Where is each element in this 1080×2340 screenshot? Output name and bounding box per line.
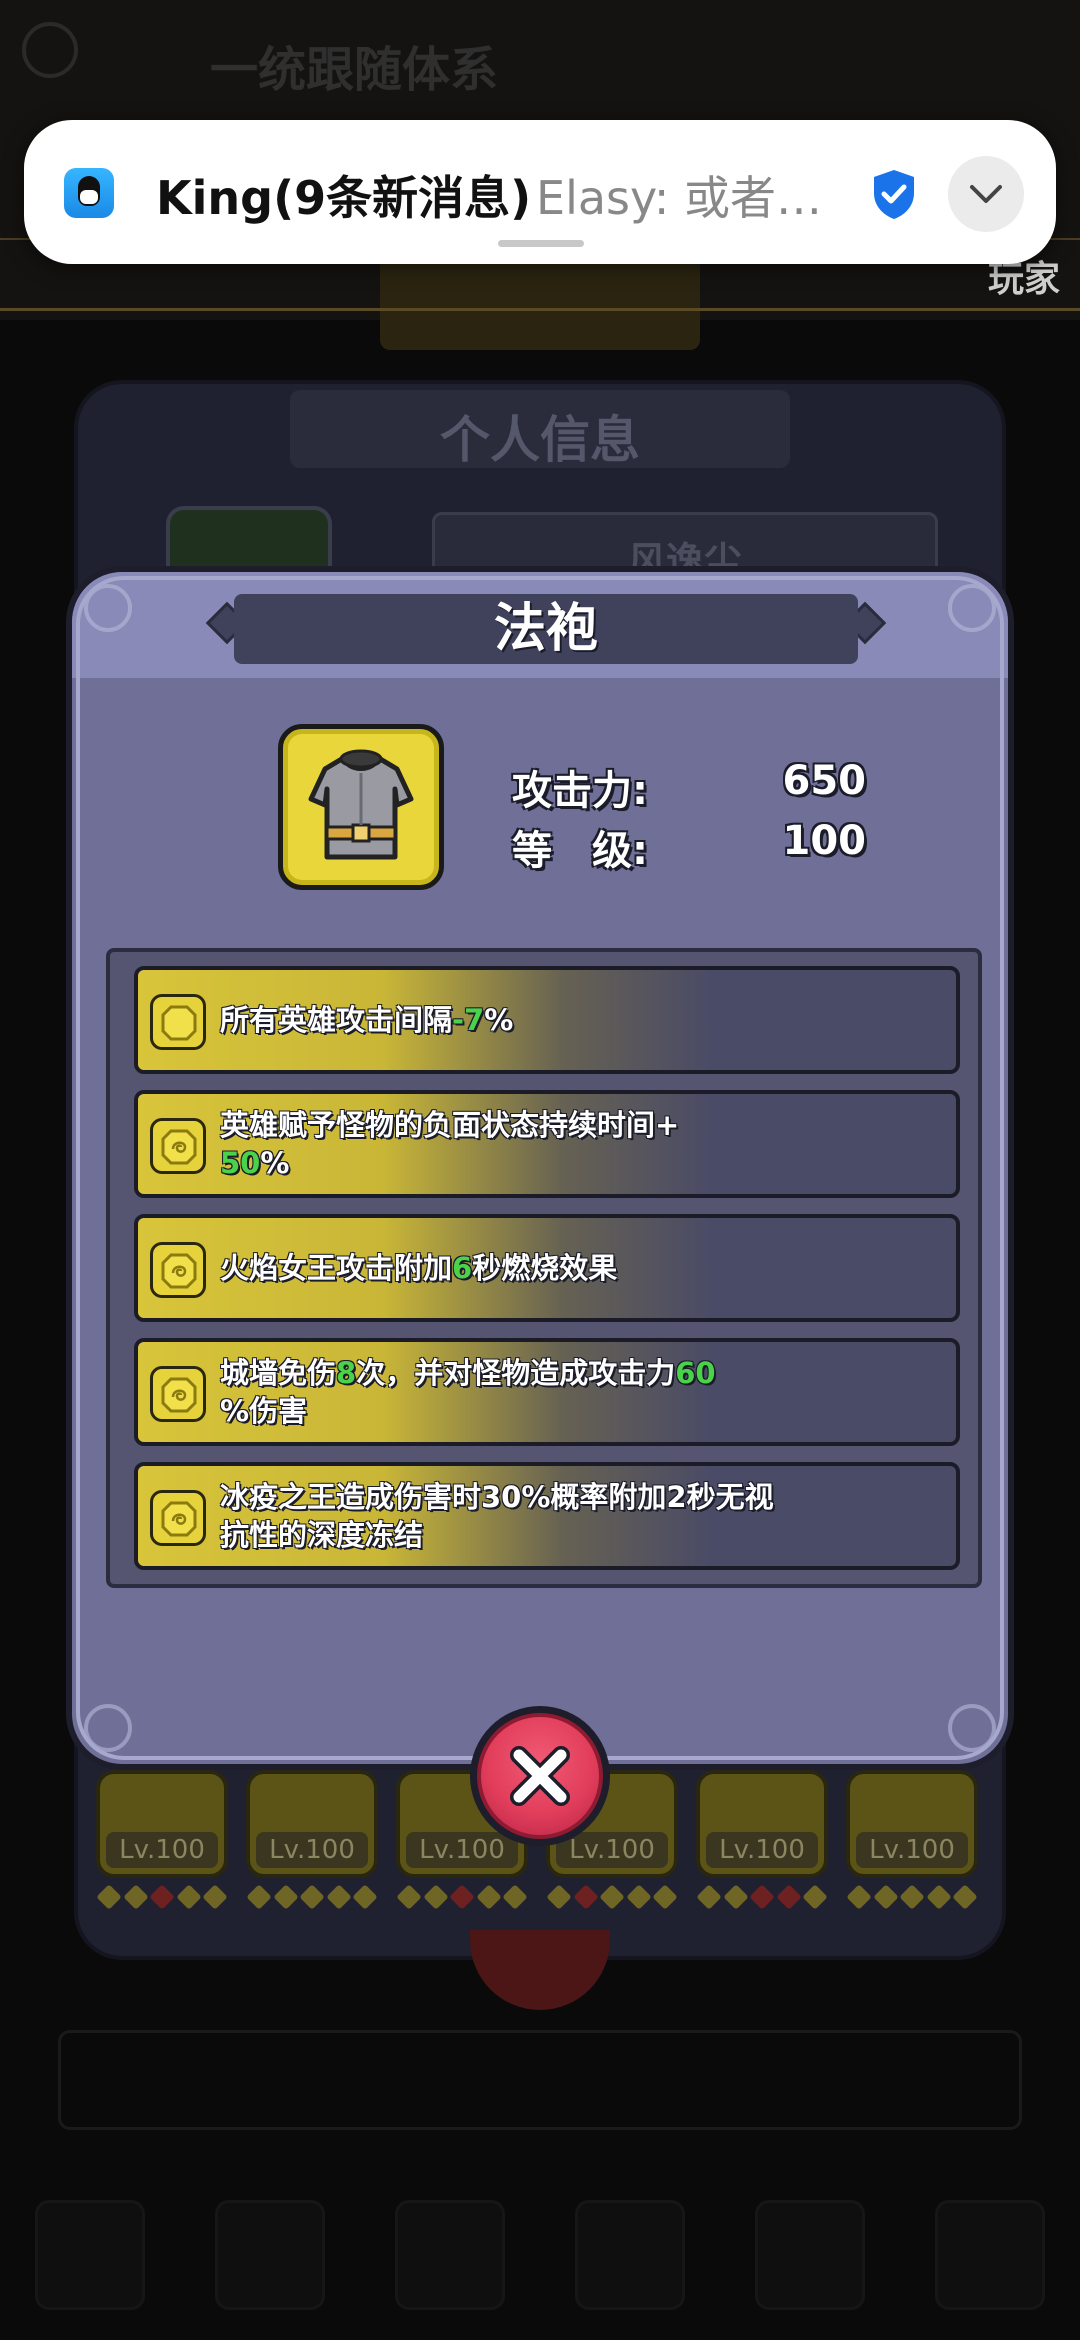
game-screen: 一统跟随体系 玩家 个人信息 风逸尘 Lv.100 Lv.100 Lv.100 … (0, 0, 1080, 2340)
equipment-level: Lv.100 (406, 1832, 518, 1868)
star-dot (925, 1884, 952, 1910)
divider (0, 308, 1080, 311)
star-rating (246, 1884, 378, 1910)
star-rating (96, 1884, 228, 1910)
equipment-slot-boots[interactable]: Lv.100 (846, 1770, 978, 1878)
notification-preview: Elasy: 或者… (536, 171, 822, 225)
star-dot (952, 1884, 978, 1910)
rune-badge-icon (150, 994, 206, 1050)
effect-text: 冰疫之王造成伤害时30%概率附加2秒无视抗性的深度冻结 (220, 1480, 774, 1552)
star-dot (96, 1884, 122, 1910)
effect-text: 英雄赋予怪物的负面状态持续时间+ 50% (220, 1108, 680, 1180)
item-stats: 攻击力: 650 等 级: 100 (512, 758, 932, 878)
corner-ornament (948, 1704, 996, 1752)
nav-icon[interactable] (575, 2200, 685, 2310)
rune-badge-icon (150, 1490, 206, 1546)
equipment-slot-crown[interactable]: Lv.100 (96, 1770, 228, 1878)
corner-ornament (948, 584, 996, 632)
background-frame (58, 2030, 1022, 2130)
nav-icon[interactable] (935, 2200, 1045, 2310)
attack-value: 650 (782, 758, 867, 804)
star-dot (696, 1884, 722, 1910)
level-value: 100 (782, 818, 867, 864)
close-button[interactable] (470, 1706, 610, 1846)
star-dot (449, 1884, 475, 1910)
star-dot (122, 1884, 149, 1910)
armor-robe-icon (278, 724, 444, 890)
star-rating (846, 1884, 978, 1910)
equipment-slot-ring[interactable]: Lv.100 (696, 1770, 828, 1878)
profile-panel-title: 个人信息 (440, 411, 640, 469)
star-dot (422, 1884, 449, 1910)
star-rating (396, 1884, 528, 1910)
star-dot (502, 1884, 528, 1910)
star-dot (899, 1884, 925, 1910)
star-dot (396, 1884, 422, 1910)
bottom-nav (0, 2200, 1080, 2340)
star-dot (325, 1884, 352, 1910)
effect-text: 火焰女王攻击附加6秒燃烧效果 (220, 1251, 618, 1285)
effect-row: 冰疫之王造成伤害时30%概率附加2秒无视抗性的深度冻结 (134, 1462, 960, 1570)
star-dot (846, 1884, 872, 1910)
nav-icon[interactable] (755, 2200, 865, 2310)
star-dot (246, 1884, 272, 1910)
chevron-down-icon[interactable] (948, 156, 1024, 232)
effect-row: 火焰女王攻击附加6秒燃烧效果 (134, 1214, 960, 1322)
star-dot (775, 1884, 802, 1910)
item-detail-dialog: 法袍 攻击力: 650 等 级: 100 所有英雄攻击间隔-7% 英雄赋予怪物的… (66, 566, 1014, 1770)
level-stat: 等 级: 100 (512, 818, 932, 878)
effect-row: 城墙免伤8次，并对怪物造成攻击力60 %伤害 (134, 1338, 960, 1446)
star-dot (272, 1884, 299, 1910)
star-dot (802, 1884, 828, 1910)
game-header-text: 一统跟随体系 (210, 42, 499, 98)
star-rating (546, 1884, 678, 1910)
rune-badge-icon (150, 1366, 206, 1422)
star-dot (749, 1884, 775, 1910)
star-dot (149, 1884, 175, 1910)
equipment-level: Lv.100 (706, 1832, 818, 1868)
nav-icon[interactable] (35, 2200, 145, 2310)
effect-row: 英雄赋予怪物的负面状态持续时间+ 50% (134, 1090, 960, 1198)
dialog-title: 法袍 (493, 599, 598, 659)
effect-text: 城墙免伤8次，并对怪物造成攻击力60 %伤害 (220, 1356, 716, 1428)
rune-badge-icon (150, 1118, 206, 1174)
menu-circle-icon (22, 22, 78, 78)
star-dot (872, 1884, 899, 1910)
nav-icon[interactable] (395, 2200, 505, 2310)
effects-list: 所有英雄攻击间隔-7% 英雄赋予怪物的负面状态持续时间+ 50% 火焰女王攻击附加… (106, 948, 982, 1588)
notification-title: King(9条新消息) (156, 171, 532, 225)
star-dot (299, 1884, 325, 1910)
equipment-level: Lv.100 (856, 1832, 968, 1868)
star-dot (202, 1884, 228, 1910)
drag-handle[interactable] (498, 240, 584, 247)
background-close-button (470, 1930, 610, 2010)
star-dot (352, 1884, 378, 1910)
star-dot (572, 1884, 599, 1910)
star-rating (696, 1884, 828, 1910)
effect-text: 所有英雄攻击间隔-7% (220, 1003, 514, 1037)
shield-check-icon (866, 166, 922, 222)
qq-penguin-icon (64, 168, 114, 218)
star-dot (625, 1884, 652, 1910)
attack-label: 攻击力: (512, 768, 648, 814)
star-dot (652, 1884, 678, 1910)
corner-ornament (84, 1704, 132, 1752)
equipment-slot-robe[interactable]: Lv.100 (246, 1770, 378, 1878)
corner-ornament (84, 584, 132, 632)
level-label: 等 级: (512, 828, 648, 874)
message-notification[interactable]: King(9条新消息) Elasy: 或者… (24, 120, 1056, 264)
equipment-level: Lv.100 (256, 1832, 368, 1868)
close-x-icon (477, 1713, 603, 1839)
star-dot (599, 1884, 625, 1910)
star-dot (722, 1884, 749, 1910)
star-dot (475, 1884, 502, 1910)
nav-icon[interactable] (215, 2200, 325, 2310)
effect-row: 所有英雄攻击间隔-7% (134, 966, 960, 1074)
star-dot (546, 1884, 572, 1910)
equipment-level: Lv.100 (106, 1832, 218, 1868)
rune-badge-icon (150, 1242, 206, 1298)
attack-stat: 攻击力: 650 (512, 758, 932, 818)
star-dot (175, 1884, 202, 1910)
